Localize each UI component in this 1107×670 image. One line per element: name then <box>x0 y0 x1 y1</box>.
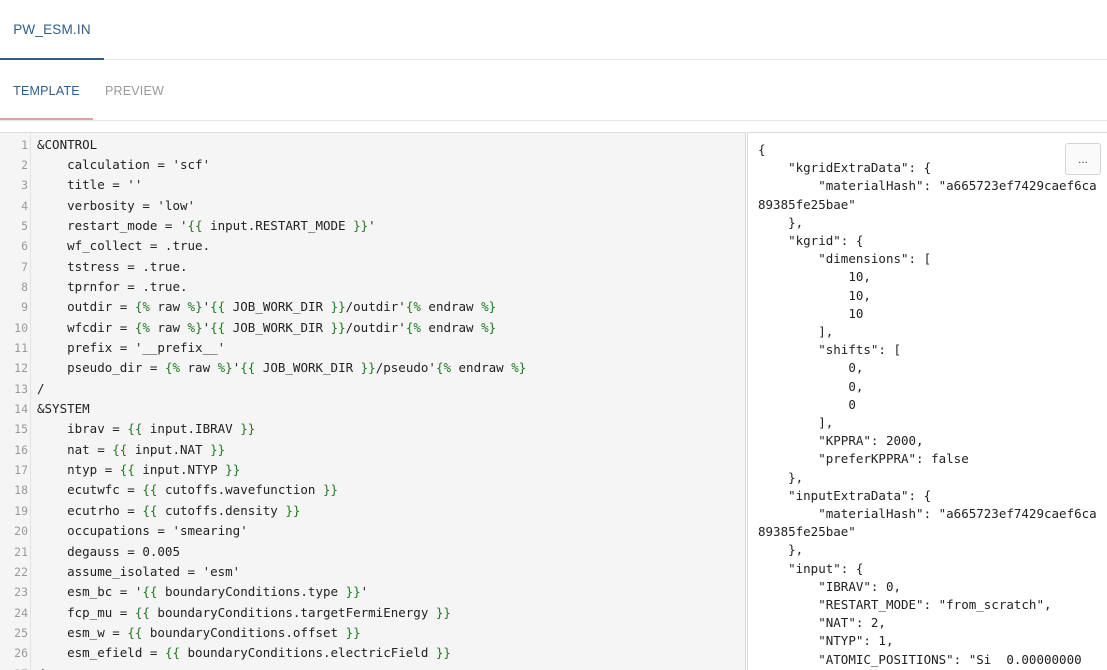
code-text: tprnfor = .true. <box>37 278 188 294</box>
tab-preview[interactable]: PREVIEW <box>93 60 176 121</box>
code-text: ecutrho = {{ cutoffs.density }} <box>37 502 301 518</box>
line-number: 3 <box>21 178 28 193</box>
line-number: 10 <box>14 320 28 335</box>
line-number: 7 <box>21 259 28 274</box>
more-options-icon: ... <box>1077 152 1088 166</box>
code-text: pseudo_dir = {% raw %}'{{ JOB_WORK_DIR }… <box>37 360 527 376</box>
line-number: 4 <box>21 198 28 213</box>
line-number: 21 <box>14 544 28 559</box>
code-text: esm_bc = '{{ boundaryConditions.type }}' <box>37 584 369 600</box>
code-line: 15 ibrav = {{ input.IBRAV }} <box>0 419 745 439</box>
code-line: 22 assume_isolated = 'esm' <box>0 562 745 582</box>
tab-template[interactable]: TEMPLATE <box>0 60 93 121</box>
code-text: wf_collect = .true. <box>37 238 211 254</box>
code-line: 2 calculation = 'scf' <box>0 155 745 175</box>
code-line: 8 tprnfor = .true. <box>0 277 745 297</box>
code-line: 16 nat = {{ input.NAT }} <box>0 440 745 460</box>
context-json-text: { "kgridExtraData": { "materialHash": "a… <box>758 142 1097 667</box>
code-text: / <box>37 380 45 396</box>
code-line: 21 degauss = 0.005 <box>0 542 745 562</box>
more-options-button[interactable]: ... <box>1065 143 1101 175</box>
code-line: 11 prefix = '__prefix__' <box>0 338 745 358</box>
code-line: 25 esm_w = {{ boundaryConditions.offset … <box>0 623 745 643</box>
code-text: ecutwfc = {{ cutoffs.wavefunction }} <box>37 482 339 498</box>
code-line: 26 esm_efield = {{ boundaryConditions.el… <box>0 643 745 663</box>
code-text: verbosity = 'low' <box>37 197 196 213</box>
code-text: &CONTROL <box>37 136 98 152</box>
code-text: assume_isolated = 'esm' <box>37 563 241 579</box>
code-text: ibrav = {{ input.IBRAV }} <box>37 421 256 437</box>
code-text: tstress = .true. <box>37 258 188 274</box>
line-number: 17 <box>14 463 28 478</box>
line-number: 15 <box>14 422 28 437</box>
line-number: 12 <box>14 361 28 376</box>
code-text: outdir = {% raw %}'{{ JOB_WORK_DIR }}/ou… <box>37 299 497 315</box>
code-text: occupations = 'smearing' <box>37 523 248 539</box>
code-text: prefix = '__prefix__' <box>37 340 226 355</box>
file-tab-pw-esm-in[interactable]: PW_ESM.IN <box>0 0 104 60</box>
code-line: 5 restart_mode = '{{ input.RESTART_MODE … <box>0 216 745 236</box>
code-line: 27 / <box>0 664 745 670</box>
code-line: 18 ecutwfc = {{ cutoffs.wavefunction }} <box>0 480 745 500</box>
code-text: degauss = 0.005 <box>37 543 180 559</box>
line-number: 23 <box>14 585 28 600</box>
line-number: 24 <box>14 605 28 620</box>
line-number: 2 <box>21 157 28 172</box>
code-line: 1 &CONTROL <box>0 135 745 155</box>
line-number: 1 <box>21 137 28 152</box>
line-number: 26 <box>14 646 28 661</box>
code-line: 20 occupations = 'smearing' <box>0 521 745 541</box>
active-tab-indicator <box>0 118 93 120</box>
line-number: 18 <box>14 483 28 498</box>
code-text: restart_mode = '{{ input.RESTART_MODE }}… <box>37 217 376 233</box>
code-text: esm_w = {{ boundaryConditions.offset }} <box>37 624 361 640</box>
code-text: / <box>37 664 45 670</box>
code-line: 24 fcp_mu = {{ boundaryConditions.target… <box>0 603 745 623</box>
code-text: wfcdir = {% raw %}'{{ JOB_WORK_DIR }}/ou… <box>37 319 497 335</box>
code-text: &SYSTEM <box>37 401 90 417</box>
line-number: 22 <box>14 564 28 579</box>
code-line: 10 wfcdir = {% raw %}'{{ JOB_WORK_DIR }}… <box>0 318 745 338</box>
line-number: 8 <box>21 279 28 294</box>
line-number: 14 <box>14 402 28 417</box>
code-text: esm_efield = {{ boundaryConditions.elect… <box>37 645 451 661</box>
code-line: 17 ntyp = {{ input.NTYP }} <box>0 460 745 480</box>
view-tab-bar: TEMPLATE PREVIEW UNWRAP LINES <box>0 60 1107 158</box>
line-number: 13 <box>14 381 28 396</box>
line-number: 11 <box>14 341 28 355</box>
file-tab-bar: PW_ESM.IN <box>0 0 1107 60</box>
code-line: 23 esm_bc = '{{ boundaryConditions.type … <box>0 582 745 602</box>
code-line: 7 tstress = .true. <box>0 257 745 277</box>
code-line: 9 outdir = {% raw %}'{{ JOB_WORK_DIR }}/… <box>0 297 745 317</box>
code-line: 12 pseudo_dir = {% raw %}'{{ JOB_WORK_DI… <box>0 358 745 378</box>
code-line: 3 title = '' <box>0 175 745 195</box>
code-line: 6 wf_collect = .true. <box>0 236 745 256</box>
line-number: 9 <box>21 300 28 315</box>
code-text: title = '' <box>37 177 143 193</box>
code-line: 13 / <box>0 379 745 399</box>
code-line: 19 ecutrho = {{ cutoffs.density }} <box>0 501 745 521</box>
code-text: ntyp = {{ input.NTYP }} <box>37 462 241 478</box>
line-number: 20 <box>14 524 28 539</box>
template-code-editor[interactable]: 1 &CONTROL 2 calculation = 'scf' 3 title = … <box>0 132 746 670</box>
line-number: 6 <box>21 239 28 254</box>
code-line: 4 verbosity = 'low' <box>0 196 745 216</box>
context-json-panel[interactable]: { "kgridExtraData": { "materialHash": "a… <box>747 132 1107 670</box>
line-number: 19 <box>14 503 28 518</box>
code-text: fcp_mu = {{ boundaryConditions.targetFer… <box>37 604 451 620</box>
code-line: 14 &SYSTEM <box>0 399 745 419</box>
line-number: 25 <box>14 625 28 640</box>
line-number: 5 <box>21 218 28 233</box>
code-text: calculation = 'scf' <box>37 156 211 172</box>
line-number: 27 <box>0 664 28 670</box>
code-text: nat = {{ input.NAT }} <box>37 441 226 457</box>
line-number: 16 <box>14 442 28 457</box>
